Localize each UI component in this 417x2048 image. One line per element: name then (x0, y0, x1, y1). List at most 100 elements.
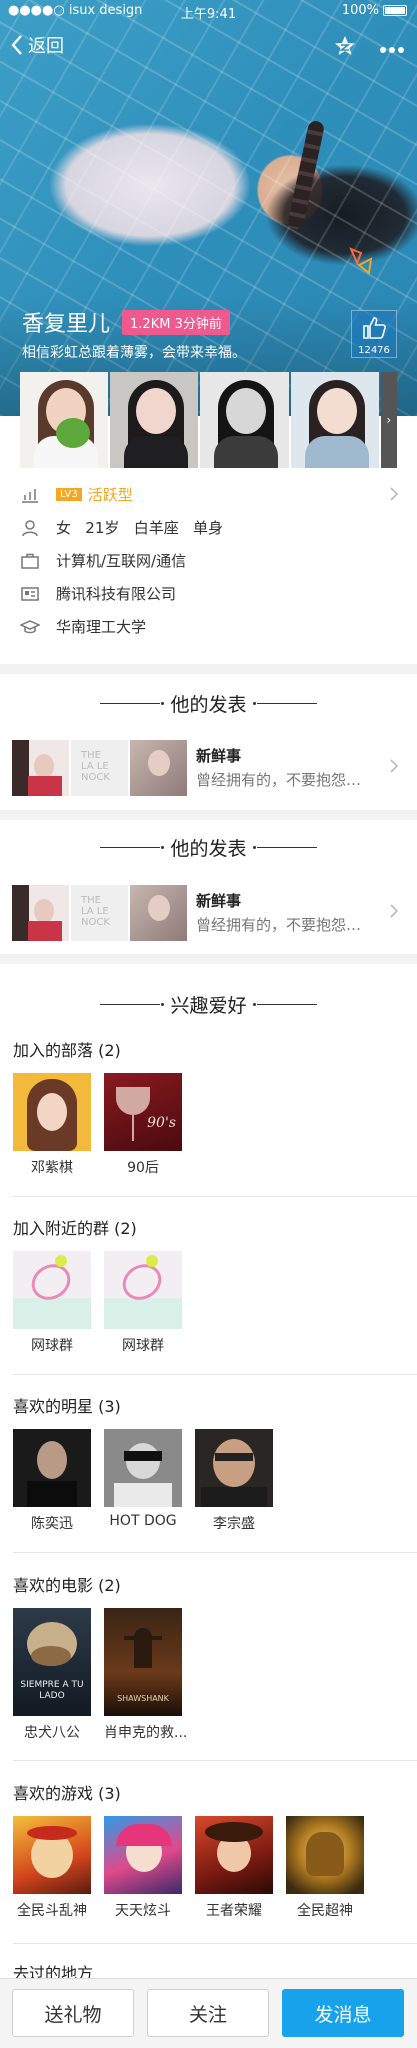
post-entry[interactable]: THE LA LE NOCK 新鲜事 曾经拥有的，不要抱怨… (0, 878, 417, 942)
divider (13, 1760, 417, 1761)
post-thumbnail: THE LA LE NOCK (71, 740, 128, 796)
post-subtitle: 曾经拥有的，不要抱怨… (196, 916, 362, 934)
divider (13, 1552, 417, 1553)
game-label: 王者荣耀 (206, 1903, 262, 1919)
distance-badge: 1.2KM 3分钟前 (122, 309, 230, 335)
star-photo (104, 1429, 182, 1507)
back-button[interactable]: 返回 (10, 32, 64, 58)
company: 腾讯科技有限公司 (56, 585, 177, 603)
post-thumbnail: THE LA LE NOCK (71, 885, 128, 941)
game-icon (195, 1816, 273, 1894)
level-badge: LV3 (56, 488, 82, 501)
movie-item[interactable]: SHAWSHANK 肖申克的救... (104, 1608, 187, 1742)
divider (0, 954, 417, 964)
divider (13, 1374, 417, 1375)
movie-item[interactable]: SIEMPRE A TU LADO 忠犬八公 (13, 1608, 91, 1742)
post-title: 新鲜事 (196, 892, 242, 910)
group-title: 加入附近的群 (2) (13, 1219, 137, 1238)
group-item[interactable]: 网球群 (13, 1251, 91, 1355)
like-button[interactable]: 12476 (351, 310, 397, 358)
status-bar: ●●●●○ isux design 上午9:41 100% (0, 0, 417, 22)
chart-icon (20, 485, 40, 505)
post-thumbnail (12, 740, 69, 796)
chevron-right-icon (390, 487, 399, 501)
star-item[interactable]: HOT DOG (104, 1429, 182, 1533)
like-count: 12476 (358, 345, 390, 356)
game-icon (286, 1816, 364, 1894)
follow-button[interactable]: 关注 (147, 1989, 269, 2037)
message-button[interactable]: 发消息 (282, 1989, 404, 2037)
section-title-posts: 他的发表 (0, 690, 417, 717)
back-label: 返回 (28, 36, 64, 57)
group-avatar (13, 1251, 91, 1329)
group-title: 喜欢的游戏 (3) (13, 1784, 121, 1803)
level-text: 活跃型 (87, 486, 133, 504)
star-photo (195, 1429, 273, 1507)
game-icon (104, 1816, 182, 1894)
divider (13, 1943, 417, 1944)
game-icon (13, 1816, 91, 1894)
star-label: 李宗盛 (213, 1516, 255, 1532)
album-photo[interactable] (200, 372, 289, 468)
more-icon[interactable] (379, 39, 405, 58)
school: 华南理工大学 (56, 618, 147, 636)
album-photo[interactable] (110, 372, 199, 468)
tribe-item[interactable]: 邓紫棋 (13, 1073, 91, 1177)
poster-text: SIEMPRE A TU LADO (20, 1680, 84, 1701)
divider (13, 1196, 417, 1197)
post-thumbnail (130, 740, 187, 796)
group-label: 网球群 (31, 1338, 73, 1354)
thumbs-up-icon (363, 317, 386, 339)
star-item[interactable]: 李宗盛 (195, 1429, 273, 1533)
profile-name: 香复里儿 (22, 312, 111, 337)
album-photo[interactable] (20, 372, 109, 468)
battery-icon (383, 5, 407, 16)
section-title-hobbies: 兴趣爱好 (0, 991, 417, 1018)
group-item[interactable]: 网球群 (104, 1251, 182, 1355)
post-title: 新鲜事 (196, 747, 242, 765)
game-label: 天天炫斗 (115, 1903, 171, 1919)
chevron-right-icon[interactable]: › (380, 372, 397, 468)
post-thumbnail (12, 885, 69, 941)
game-item[interactable]: 王者荣耀 (195, 1816, 273, 1920)
movie-label: 忠犬八公 (24, 1725, 80, 1741)
game-item[interactable]: 天天炫斗 (104, 1816, 182, 1920)
post-entry[interactable]: THE LA LE NOCK 新鲜事 曾经拥有的，不要抱怨… (0, 733, 417, 797)
group-avatar (104, 1251, 182, 1329)
group-label: 网球群 (122, 1338, 164, 1354)
divider (0, 664, 417, 674)
profile-info: LV3 活跃型 女 21岁 白羊座 单身 计算机/互联网/通信 腾讯科技有限公司… (0, 478, 417, 643)
movie-poster: SIEMPRE A TU LADO (13, 1608, 91, 1716)
tribe-avatar: 90's (104, 1073, 182, 1151)
post-subtitle: 曾经拥有的，不要抱怨… (196, 771, 362, 789)
nav-bar: 返回 (0, 28, 417, 64)
star-item[interactable]: 陈奕迅 (13, 1429, 91, 1533)
post-thumbnail (130, 885, 187, 941)
game-item[interactable]: 全民超神 (286, 1816, 364, 1920)
tribe-item[interactable]: 90's 90后 (104, 1073, 182, 1177)
qzone-icon[interactable] (333, 34, 357, 62)
tribe-label: 90后 (127, 1160, 159, 1176)
poster-text: 90's (147, 1115, 176, 1131)
cover-braid (286, 119, 326, 231)
album-photo[interactable] (290, 372, 379, 468)
basic-info: 女 21岁 白羊座 单身 (56, 519, 224, 537)
star-label: 陈奕迅 (31, 1516, 73, 1532)
basic-info-row: 女 21岁 白羊座 单身 (0, 511, 417, 544)
level-row[interactable]: LV3 活跃型 (0, 478, 417, 511)
game-item[interactable]: 全民斗乱神 (13, 1816, 91, 1920)
gift-button[interactable]: 送礼物 (12, 1989, 134, 2037)
game-label: 全民超神 (297, 1903, 353, 1919)
section-title-posts: 他的发表 (0, 834, 417, 861)
tribe-label: 邓紫棋 (31, 1160, 73, 1176)
movie-poster: SHAWSHANK (104, 1608, 182, 1716)
battery-percent: 100% (341, 3, 379, 18)
group-title: 喜欢的电影 (2) (13, 1576, 121, 1595)
tribe-avatar (13, 1073, 91, 1151)
id-card-icon (20, 584, 40, 604)
poster-text: SHAWSHANK (117, 1694, 169, 1703)
company-row: 腾讯科技有限公司 (0, 577, 417, 610)
star-photo (13, 1429, 91, 1507)
graduation-cap-icon (20, 617, 40, 637)
photo-strip: › (20, 372, 397, 468)
